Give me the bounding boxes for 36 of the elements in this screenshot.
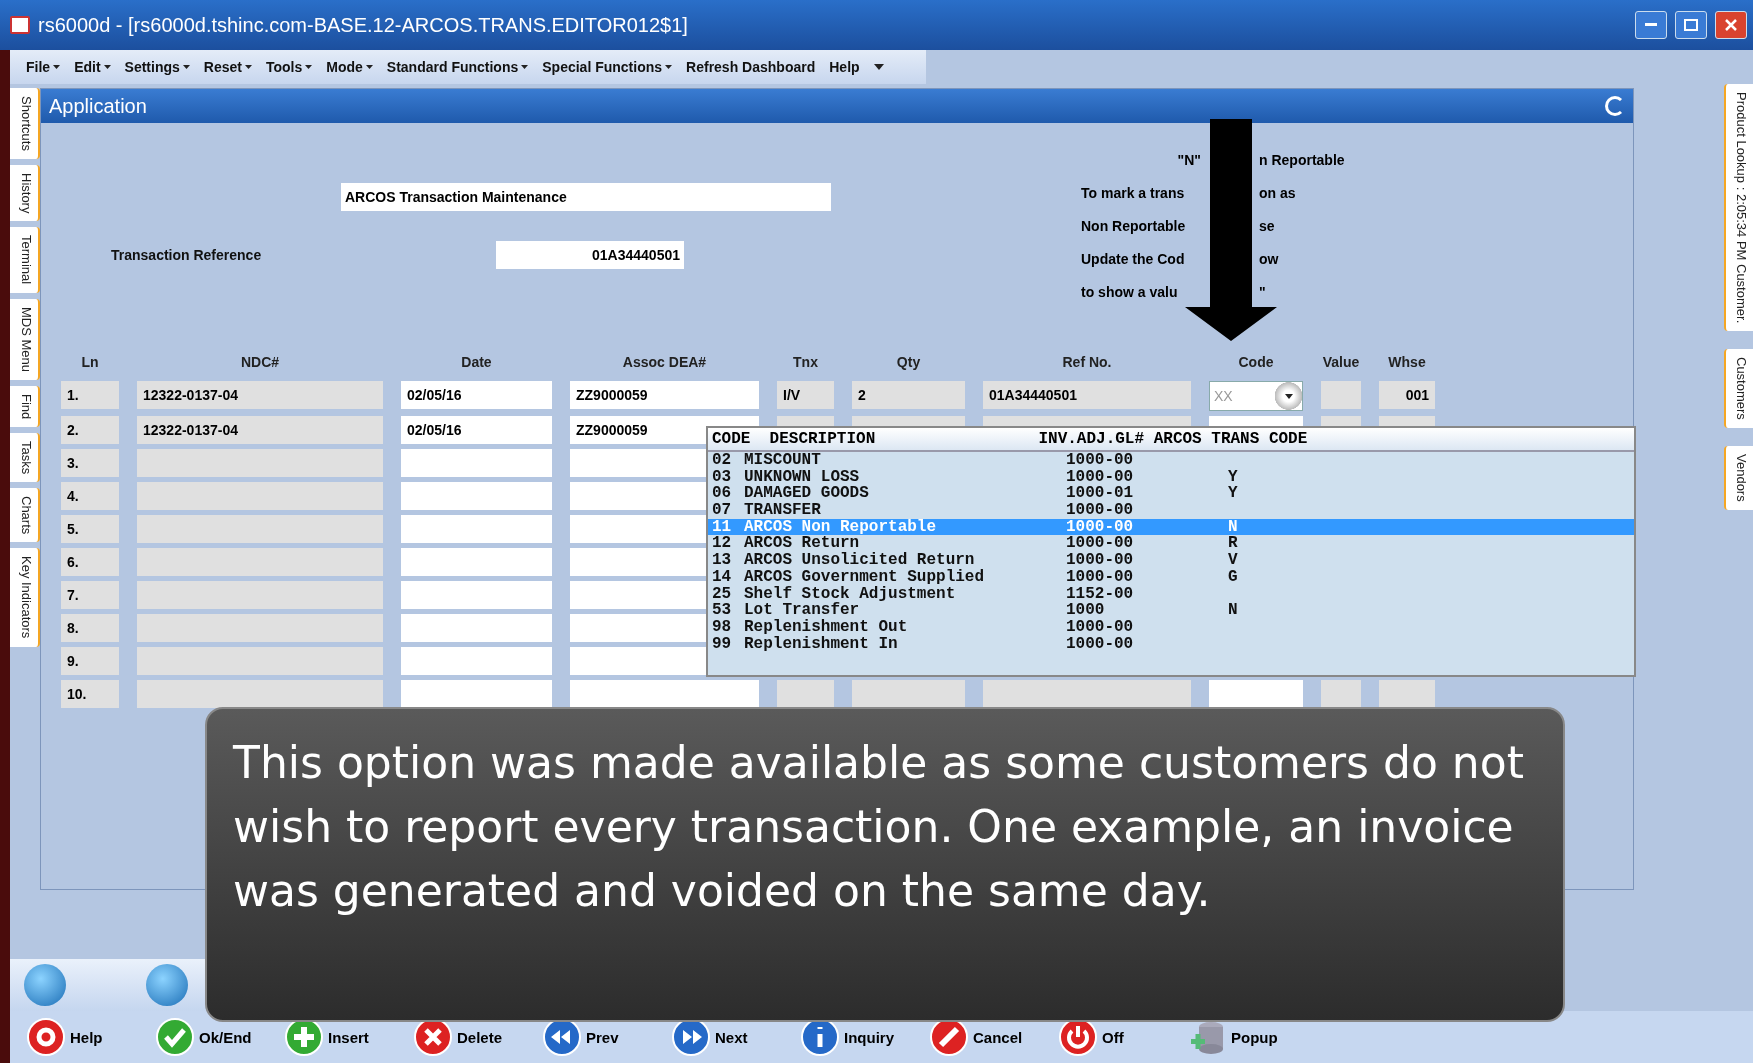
note-text: se: [1259, 217, 1275, 234]
caption-overlay: This option was made available as some customers do not wish to report every transaction. One example, an invoice was generated and voided on the same day.: [205, 707, 1565, 1022]
column-header: Value: [1321, 354, 1361, 372]
column-header: Tnx: [792, 354, 819, 372]
column-header: Whse: [1387, 354, 1427, 372]
line-number: 5.: [61, 515, 119, 543]
column-header: Assoc DEA#: [621, 354, 708, 372]
note-text: to show a valu: [1081, 283, 1178, 300]
line-number: 7.: [61, 581, 119, 609]
line-number: 8.: [61, 614, 119, 642]
column-header: NDC#: [239, 354, 281, 372]
line-number: 2.: [61, 416, 119, 444]
column-header: Code: [1237, 354, 1275, 372]
column-header: Qty: [895, 354, 922, 372]
note-text: on as: [1259, 184, 1296, 201]
popup-header: CODE DESCRIPTION INV.ADJ.GL# ARCOS TRANS CODE: [708, 428, 1634, 452]
note-text: ": [1259, 283, 1266, 300]
note-text: To mark a trans: [1081, 184, 1185, 201]
column-header: Ln: [80, 354, 100, 372]
panel-title: Application: [49, 94, 147, 118]
note-text: ow: [1259, 250, 1279, 267]
line-number: 4.: [61, 482, 119, 510]
line-number: 1.: [61, 381, 119, 409]
line-number: 10.: [61, 680, 119, 708]
note-text: Non Reportable: [1081, 217, 1186, 234]
field-label: Transaction Reference: [110, 246, 263, 265]
note-text: n Reportable: [1259, 151, 1345, 168]
line-number: 6.: [61, 548, 119, 576]
note-text: "N": [1177, 151, 1201, 168]
column-header: Ref No.: [1061, 354, 1113, 372]
line-number: 9.: [61, 647, 119, 675]
line-number: 3.: [61, 449, 119, 477]
column-header: Date: [460, 354, 493, 372]
window-title: rs6000d - [rs6000d.tshinc.com-BASE.12-ARCOS.TRANS.EDITOR012$1]: [38, 13, 689, 37]
note-text: Update the Cod: [1081, 250, 1185, 267]
form-title: ARCOS Transaction Maintenance: [341, 183, 831, 211]
